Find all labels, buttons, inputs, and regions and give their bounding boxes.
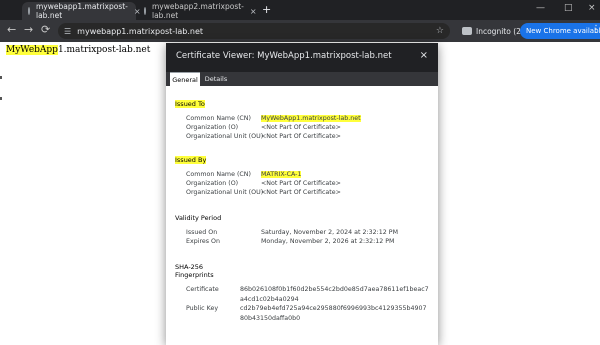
field-label: Common Name (CN) <box>186 171 251 178</box>
certificate-viewer-dialog: Certificate Viewer: MyWebApp1.matrixpost… <box>166 43 438 345</box>
close-tab-icon[interactable]: × <box>250 7 257 16</box>
sha256-heading: SHA-256 <box>175 263 204 271</box>
dialog-tab-strip: General Details <box>166 72 438 86</box>
new-tab-button[interactable]: + <box>262 3 271 16</box>
close-window-icon[interactable]: × <box>588 3 596 13</box>
field-label: Organizational Unit (OU) <box>186 189 264 196</box>
fingerprints-heading: Fingerprints <box>175 271 214 279</box>
field-label: Public Key <box>186 305 219 312</box>
field-value: MATRIX-CA-1 <box>261 171 302 178</box>
tab-title: mywebapp1.matrixpost-lab.net <box>36 2 128 20</box>
incognito-icon <box>462 27 472 35</box>
dialog-body: Issued To Common Name (CN) MyWebApp1.mat… <box>166 86 438 345</box>
page-edge-mark <box>0 76 2 79</box>
dialog-title: Certificate Viewer: MyWebApp1.matrixpost… <box>176 51 392 61</box>
tab-title: mywebapp2.matrixpost-lab.net <box>152 2 244 20</box>
forward-icon[interactable]: → <box>24 23 33 36</box>
globe-icon <box>28 7 30 15</box>
certificate-fingerprint-value: 86b026108f0b1f60d2be554c2bd0e85d7aea7861… <box>240 286 429 303</box>
tab-mywebapp1[interactable]: mywebapp1.matrixpost-lab.net × <box>22 2 141 20</box>
browser-toolbar: ← → ⟳ ☰ mywebapp1.matrixpost-lab.net ☆ I… <box>0 20 600 42</box>
field-label: Organizational Unit (OU) <box>186 133 264 140</box>
page-heading-text: MyWebApp1.matrixpost-lab.net <box>6 45 150 55</box>
field-value: <Not Part Of Certificate> <box>261 189 341 196</box>
new-chrome-available-button[interactable]: New Chrome available <box>520 23 600 39</box>
address-bar[interactable]: ☰ mywebapp1.matrixpost-lab.net ☆ <box>58 23 450 39</box>
page-text-rest: 1.matrixpost-lab.net <box>57 45 151 55</box>
field-label: Organization (O) <box>186 124 239 131</box>
page-text-highlight: MyWebApp <box>6 45 58 55</box>
field-label: Certificate <box>186 286 219 293</box>
restore-icon[interactable]: □ <box>564 3 573 13</box>
field-label: Issued On <box>186 229 218 236</box>
field-value: <Not Part Of Certificate> <box>261 180 341 187</box>
dialog-header: Certificate Viewer: MyWebApp1.matrixpost… <box>166 43 438 72</box>
tab-general[interactable]: General <box>170 72 200 86</box>
field-value: <Not Part Of Certificate> <box>261 133 341 140</box>
public-key-fingerprint-value: cd2b79eb4efd725a94ce295880f6996993bc4129… <box>240 305 427 322</box>
menu-icon[interactable]: ⋮ <box>591 24 600 35</box>
back-icon[interactable]: ← <box>7 23 16 36</box>
issued-to-heading: Issued To <box>175 100 205 108</box>
field-label: Common Name (CN) <box>186 115 251 122</box>
browser-tab-bar: mywebapp1.matrixpost-lab.net × mywebapp2… <box>0 0 600 20</box>
minimize-icon[interactable]: — <box>536 3 545 13</box>
page-edge-mark <box>0 97 2 100</box>
globe-icon <box>144 7 146 15</box>
site-info-icon[interactable]: ☰ <box>64 27 71 36</box>
field-value: <Not Part Of Certificate> <box>261 124 341 131</box>
field-value: Saturday, November 2, 2024 at 2:32:12 PM <box>261 229 399 236</box>
field-label: Organization (O) <box>186 180 239 187</box>
field-value: Monday, November 2, 2026 at 2:32:12 PM <box>261 238 395 245</box>
reload-icon[interactable]: ⟳ <box>41 23 50 36</box>
tab-details[interactable]: Details <box>203 72 229 86</box>
field-label: Expires On <box>186 238 221 245</box>
incognito-label: Incognito (2) <box>476 26 524 36</box>
url-text: mywebapp1.matrixpost-lab.net <box>77 26 204 36</box>
validity-period-heading: Validity Period <box>175 214 222 222</box>
issued-by-heading: Issued By <box>175 156 207 164</box>
bookmark-star-icon[interactable]: ☆ <box>436 26 444 36</box>
dialog-close-icon[interactable]: × <box>420 50 428 61</box>
field-value: MyWebApp1.matrixpost-lab.net <box>261 115 361 122</box>
incognito-indicator[interactable]: Incognito (2) <box>462 24 524 38</box>
tab-mywebapp2[interactable]: mywebapp2.matrixpost-lab.net × <box>138 2 257 20</box>
